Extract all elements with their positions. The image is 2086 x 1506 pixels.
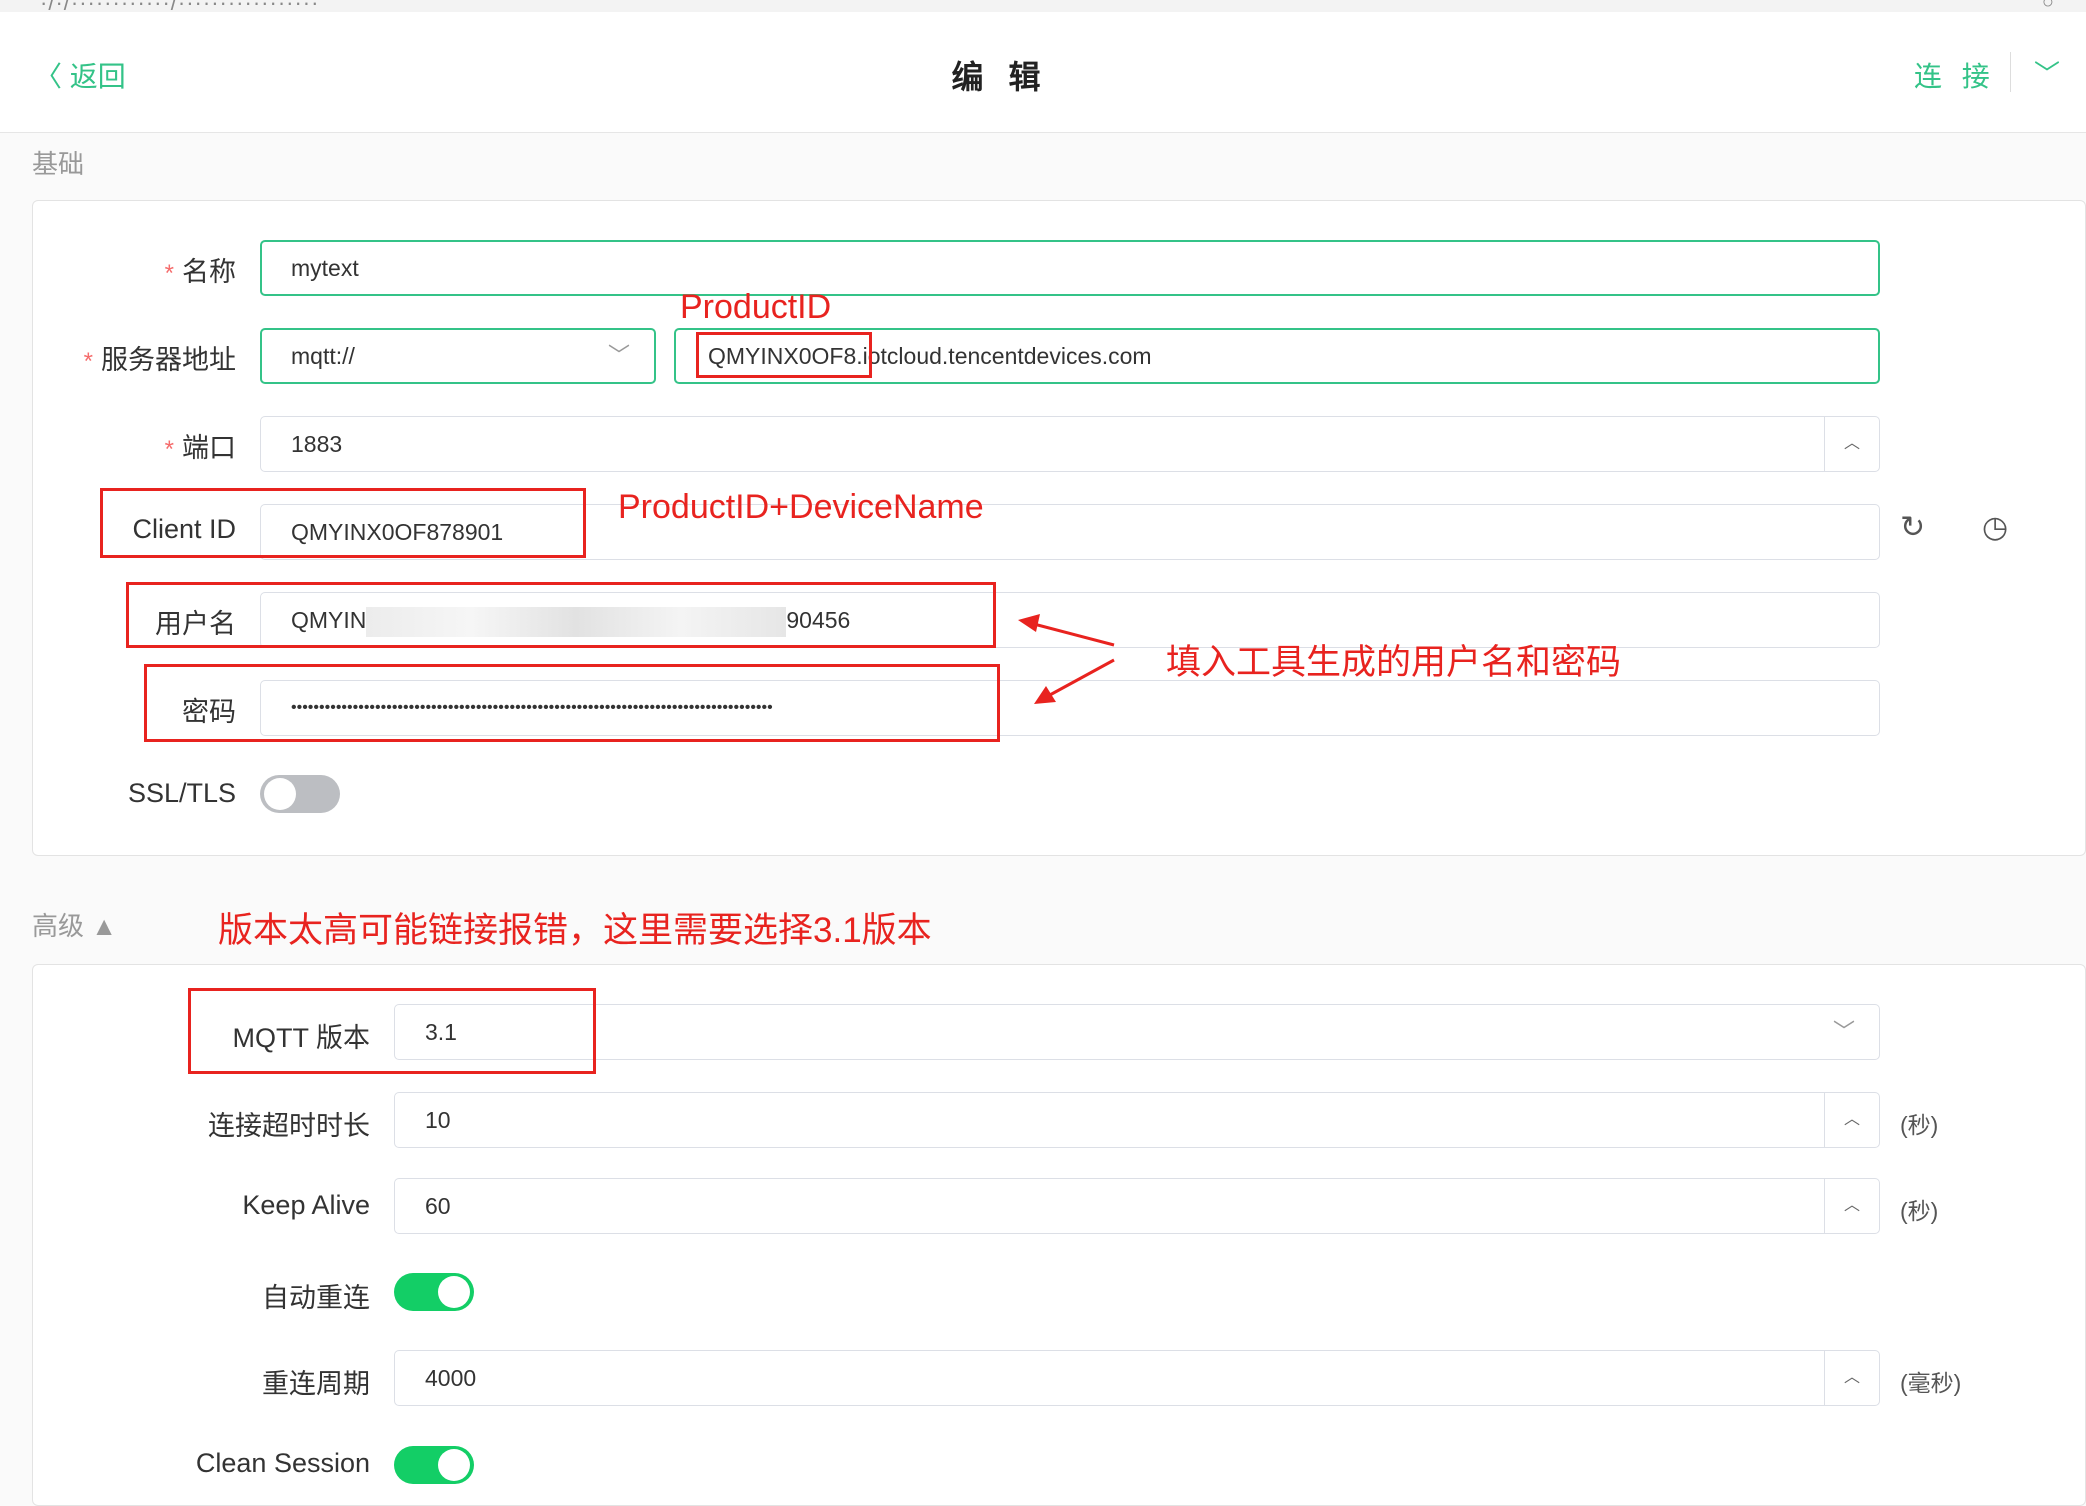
arrowhead-username — [1018, 614, 1040, 632]
arrow-to-username — [1029, 621, 1115, 647]
arrow-to-password — [1047, 658, 1115, 698]
annotation-arrows — [1018, 614, 1115, 704]
